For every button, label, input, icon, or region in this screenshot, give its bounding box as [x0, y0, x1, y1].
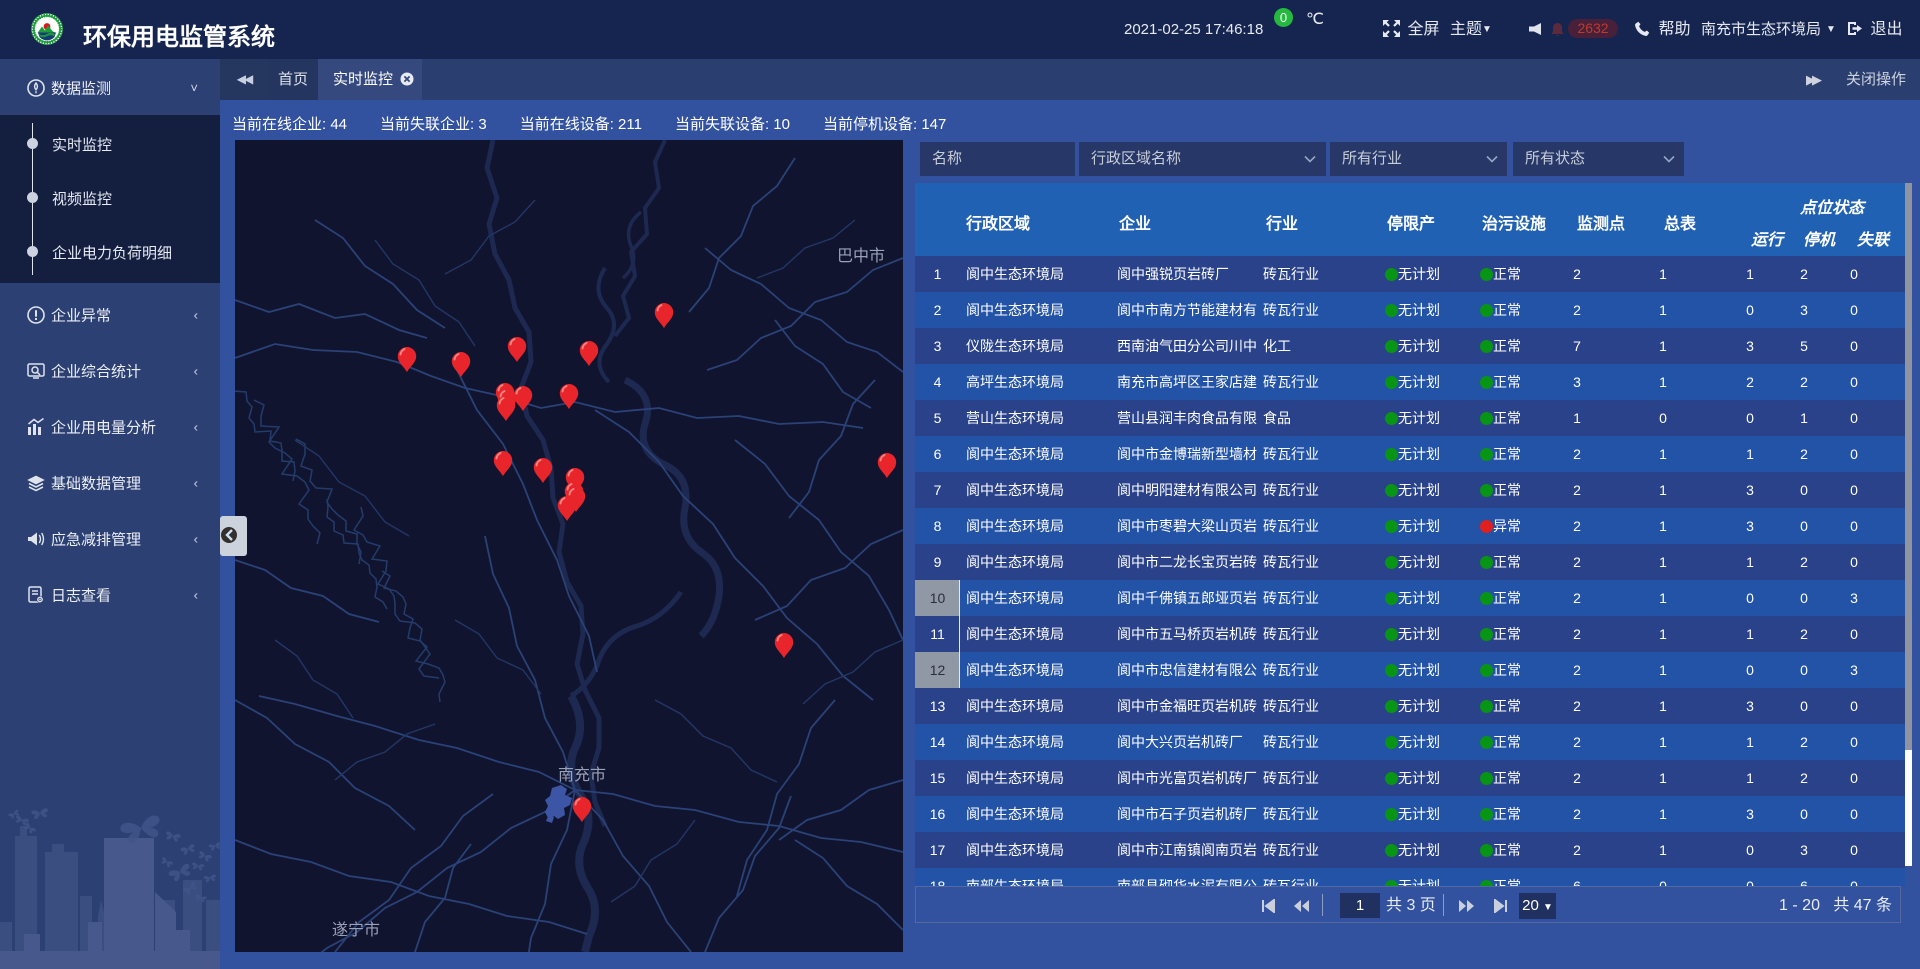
svg-text:遂宁市: 遂宁市	[332, 921, 380, 939]
svg-text:南充市: 南充市	[558, 766, 606, 784]
svg-text:巴中市: 巴中市	[837, 247, 885, 265]
